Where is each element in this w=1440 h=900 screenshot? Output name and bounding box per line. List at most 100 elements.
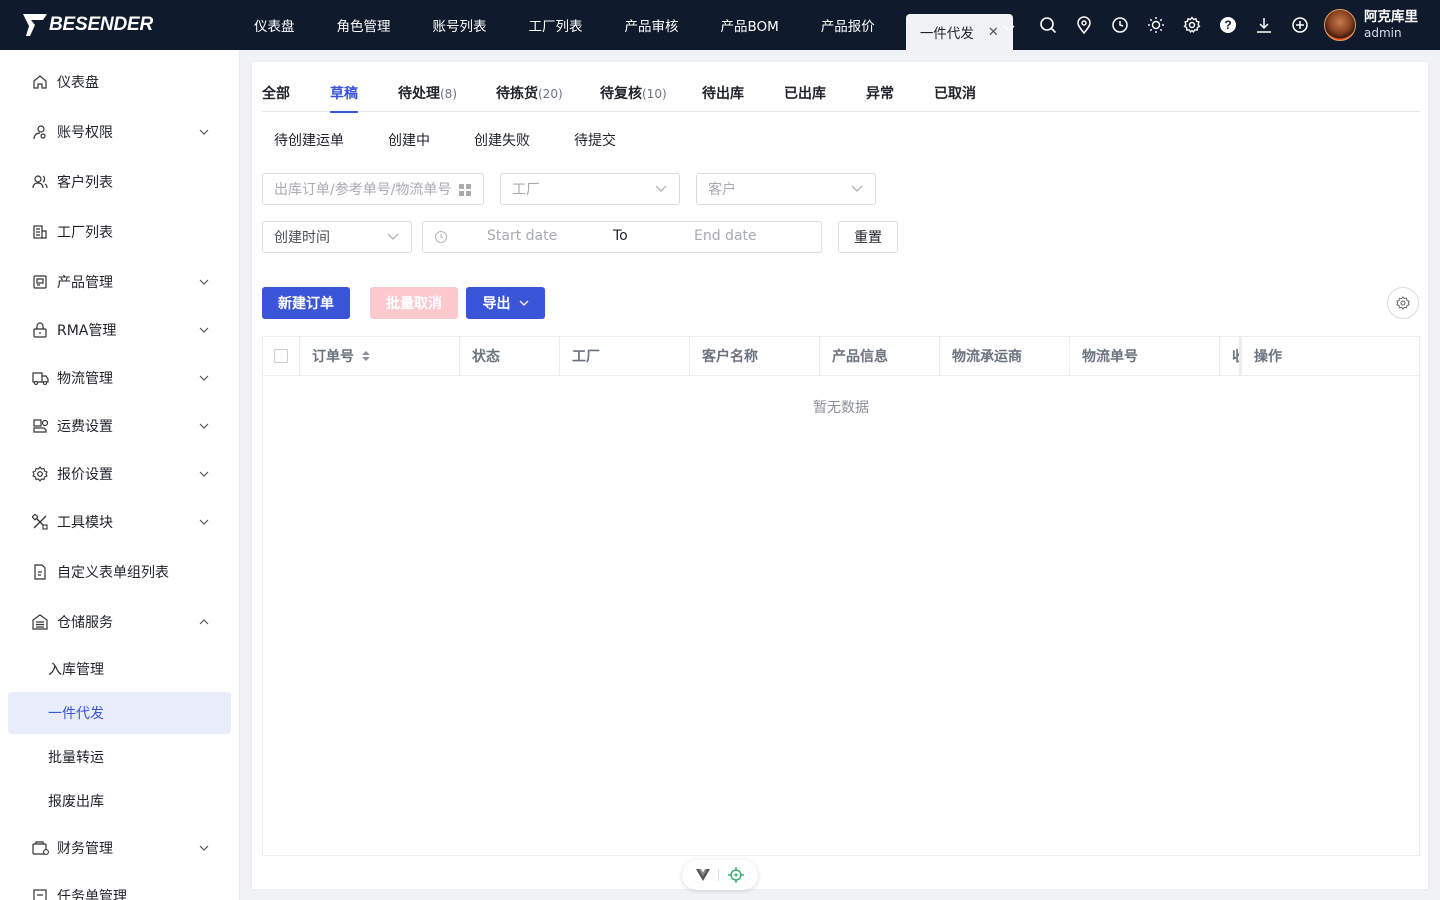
- main-panel: 全部 草稿 待处理(8) 待拣货(20) 待复核(10) 待出库 已出库 异常 …: [251, 61, 1429, 890]
- sun-icon[interactable]: [1138, 10, 1174, 40]
- tab-all[interactable]: 全部: [262, 83, 290, 112]
- divider: [718, 869, 720, 881]
- top-tab-product-bom[interactable]: 产品BOM: [700, 0, 800, 50]
- tab-shipped[interactable]: 已出库: [784, 83, 826, 112]
- sidebar-item-customers[interactable]: 客户列表: [0, 160, 239, 204]
- gear-icon[interactable]: [1174, 10, 1210, 40]
- search-input[interactable]: 出库订单/参考单号/物流单号: [262, 173, 484, 205]
- orders-table: 订单号 状态 工厂 客户名称 产品信息 物流承运商 物流单号 收 操作 暂无数据: [262, 336, 1420, 856]
- column-order-no[interactable]: 订单号: [300, 337, 460, 375]
- home-icon: [31, 73, 49, 91]
- select-all-cell: [263, 337, 300, 375]
- grid-icon[interactable]: [459, 184, 471, 196]
- chevron-down-icon: [199, 375, 209, 381]
- select-all-checkbox[interactable]: [274, 349, 288, 363]
- top-tab-roles[interactable]: 角色管理: [316, 0, 412, 50]
- top-tab-product-review[interactable]: 产品审核: [604, 0, 700, 50]
- sidebar-item-account-permissions[interactable]: 账号权限: [0, 110, 239, 154]
- sidebar-sub-scrap-outbound[interactable]: 报废出库: [8, 780, 231, 822]
- chevron-down-icon: [199, 845, 209, 851]
- time-type-value: 创建时间: [274, 230, 330, 246]
- sidebar-item-warehouse[interactable]: 仓储服务: [0, 600, 239, 644]
- tab-exception[interactable]: 异常: [866, 83, 894, 112]
- factory-select[interactable]: 工厂: [500, 173, 680, 205]
- date-range-picker[interactable]: Start date To End date: [422, 221, 822, 253]
- range-separator: To: [613, 228, 628, 244]
- clock-icon[interactable]: [1102, 10, 1138, 40]
- subtab-create-failed[interactable]: 创建失败: [474, 130, 530, 150]
- plus-circle-icon[interactable]: [1282, 10, 1318, 40]
- tab-count: (10): [642, 87, 667, 101]
- export-button[interactable]: 导出: [466, 287, 545, 319]
- sidebar-sub-batch-transfer[interactable]: 批量转运: [8, 736, 231, 778]
- sidebar-item-products[interactable]: 产品管理: [0, 260, 239, 304]
- tab-picking[interactable]: 待拣货(20): [496, 83, 563, 112]
- top-tab-accounts[interactable]: 账号列表: [412, 0, 508, 50]
- column-receiver-truncated: 收: [1220, 337, 1240, 375]
- sidebar-item-quote-settings[interactable]: 报价设置: [0, 452, 239, 496]
- chevron-down-icon: [655, 185, 667, 192]
- top-tab-factories[interactable]: 工厂列表: [508, 0, 604, 50]
- column-product-info: 产品信息: [820, 337, 940, 375]
- batch-cancel-button[interactable]: 批量取消: [370, 287, 458, 319]
- sidebar-sub-dropship[interactable]: 一件代发: [8, 692, 231, 734]
- sidebar-item-rma[interactable]: RMA管理: [0, 308, 239, 352]
- top-tab-product-quote[interactable]: 产品报价: [800, 0, 896, 50]
- search-icon[interactable]: [1030, 10, 1066, 40]
- sidebar-item-dashboard[interactable]: 仪表盘: [0, 60, 239, 104]
- sidebar-item-freight[interactable]: 运费设置: [0, 404, 239, 448]
- sidebar-item-logistics[interactable]: 物流管理: [0, 356, 239, 400]
- target-icon[interactable]: [727, 867, 744, 883]
- subtab-awaiting-submit[interactable]: 待提交: [574, 130, 616, 150]
- top-tab-dropship[interactable]: 一件代发 ✕: [905, 14, 1013, 50]
- user-key-icon: [31, 123, 49, 141]
- tab-label: 待处理: [398, 86, 440, 102]
- user-name[interactable]: 阿克库里: [1364, 9, 1418, 26]
- sidebar-item-label: 客户列表: [57, 175, 113, 191]
- sidebar-item-tasks[interactable]: 任务单管理: [0, 874, 239, 900]
- sort-icon[interactable]: [362, 350, 370, 362]
- sidebar: 仪表盘 账号权限 客户列表 工厂列表 产品管理 RMA管理 物流管理 运费设置 …: [0, 50, 240, 900]
- column-customer: 客户名称: [690, 337, 820, 375]
- top-tab-dashboard[interactable]: 仪表盘: [236, 0, 316, 50]
- tab-review[interactable]: 待复核(10): [600, 83, 667, 112]
- sidebar-item-tools[interactable]: 工具模块: [0, 500, 239, 544]
- column-settings-button[interactable]: [1387, 287, 1419, 319]
- tab-label: 草稿: [330, 86, 358, 102]
- vue-logo-icon[interactable]: [696, 869, 711, 881]
- top-icon-bar: ?: [1030, 10, 1318, 40]
- end-date-input[interactable]: End date: [694, 228, 757, 244]
- sidebar-item-label: 工厂列表: [57, 225, 113, 241]
- avatar[interactable]: [1324, 9, 1356, 41]
- sidebar-item-finance[interactable]: 财务管理: [0, 826, 239, 870]
- tab-pending[interactable]: 待处理(8): [398, 83, 457, 112]
- chevron-down-icon: [199, 519, 209, 525]
- freight-icon: [31, 417, 49, 435]
- tab-awaiting-outbound[interactable]: 待出库: [702, 83, 744, 112]
- subtab-awaiting-waybill[interactable]: 待创建运单: [274, 130, 344, 150]
- brand-logo[interactable]: BESENDER: [22, 12, 153, 38]
- new-order-button[interactable]: 新建订单: [262, 287, 350, 319]
- chevron-down-icon[interactable]: [998, 18, 1020, 40]
- customer-select[interactable]: 客户: [696, 173, 876, 205]
- chevron-down-icon: [199, 129, 209, 135]
- gear-icon: [1396, 296, 1410, 310]
- search-placeholder: 出库订单/参考单号/物流单号: [274, 182, 452, 198]
- download-icon[interactable]: [1246, 10, 1282, 40]
- tab-draft[interactable]: 草稿: [330, 83, 358, 113]
- tab-cancelled[interactable]: 已取消: [934, 83, 976, 112]
- users-icon: [31, 173, 49, 191]
- help-icon[interactable]: ?: [1210, 10, 1246, 40]
- sidebar-sub-inbound[interactable]: 入库管理: [8, 648, 231, 690]
- time-type-select[interactable]: 创建时间: [262, 221, 412, 253]
- reset-button[interactable]: 重置: [838, 221, 898, 253]
- subtab-creating[interactable]: 创建中: [388, 130, 430, 150]
- truck-icon: [31, 369, 49, 387]
- sidebar-item-factories[interactable]: 工厂列表: [0, 210, 239, 254]
- column-actions: 操作: [1240, 337, 1419, 375]
- location-icon[interactable]: [1066, 10, 1102, 40]
- sidebar-item-custom-forms[interactable]: 自定义表单组列表: [0, 550, 239, 594]
- start-date-input[interactable]: Start date: [487, 228, 557, 244]
- column-label: 订单号: [312, 349, 354, 365]
- settings-icon: [31, 465, 49, 483]
